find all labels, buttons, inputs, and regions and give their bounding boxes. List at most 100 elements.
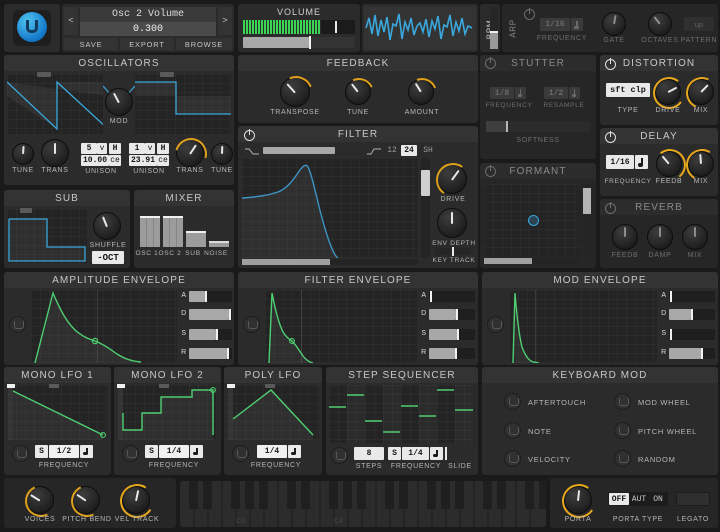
porta-knob[interactable] — [559, 481, 599, 521]
mono-lfo1-sync-button[interactable]: S — [35, 445, 48, 458]
filter-slope-sh-button[interactable]: SH — [419, 145, 437, 156]
stutter-resample-sync-icon[interactable] — [569, 87, 580, 99]
pitch-bend-knob[interactable] — [66, 480, 108, 522]
distortion-mix-knob[interactable] — [681, 72, 720, 114]
porta-type-off-button[interactable]: OFF — [609, 493, 629, 505]
poly-lfo-display[interactable] — [227, 384, 319, 440]
reverb-feedb-knob[interactable] — [612, 224, 638, 250]
formant-x-slider[interactable] — [484, 258, 580, 264]
osc2-unison-detune[interactable]: 23.91 — [129, 155, 157, 166]
feedback-amount-knob[interactable] — [402, 73, 442, 113]
osc2-tune-knob[interactable] — [211, 143, 233, 165]
legato-toggle[interactable] — [676, 492, 710, 506]
step-sequencer-mod-button[interactable] — [331, 447, 348, 464]
filter-envelope-display[interactable] — [265, 290, 417, 363]
step-sequencer-display[interactable] — [329, 385, 475, 443]
osc2-wave-display[interactable] — [130, 72, 231, 134]
filter-cutoff-scroll[interactable] — [242, 259, 418, 265]
osc1-unison-h-button[interactable]: H — [109, 143, 121, 154]
filter-envelope-mod-button[interactable] — [243, 316, 260, 333]
sub-octave-button[interactable]: -OCT — [92, 251, 124, 264]
keyboard-mod-random-button[interactable] — [614, 450, 631, 467]
arp-octaves-knob[interactable] — [648, 12, 672, 36]
reverb-mix-knob[interactable] — [682, 224, 708, 250]
amp-env-release-slider[interactable] — [189, 348, 232, 359]
formant-xy-handle[interactable] — [528, 215, 539, 226]
filter-env-decay-slider[interactable] — [429, 309, 475, 320]
mixer-fader-track[interactable] — [140, 209, 160, 247]
preset-save-button[interactable]: SAVE — [64, 38, 118, 50]
mod-env-attack-slider[interactable] — [669, 291, 715, 302]
preset-name[interactable]: Osc 2 Volume — [80, 7, 216, 22]
sub-wave-display[interactable] — [7, 208, 87, 264]
osc2-unison-voices[interactable]: 1 — [129, 143, 145, 154]
filter-response-display[interactable] — [242, 158, 418, 258]
stutter-frequency-sync-icon[interactable] — [515, 87, 526, 99]
osc1-trans-knob[interactable] — [41, 139, 69, 167]
stutter-resample-value[interactable]: 1/2 — [544, 87, 568, 99]
delay-feedb-knob[interactable] — [652, 147, 688, 183]
filter-morph-slider[interactable] — [262, 146, 362, 155]
arp-frequency-sync-icon[interactable] — [571, 18, 583, 31]
feedback-transpose-knob[interactable] — [273, 70, 319, 116]
osc1-tune-knob[interactable] — [12, 143, 34, 165]
distortion-power-button[interactable] — [605, 58, 616, 70]
delay-frequency-value[interactable]: 1/16 — [606, 155, 634, 169]
step-sequencer-sync-button[interactable]: S — [388, 447, 401, 460]
reverb-damp-knob[interactable] — [647, 224, 673, 250]
keyboard-mod-velocity-button[interactable] — [504, 450, 521, 467]
osc1-unison-voices[interactable]: 5 — [81, 143, 97, 154]
poly-lfo-mod-button[interactable] — [232, 445, 249, 462]
amplitude-envelope-display[interactable] — [31, 290, 177, 363]
volume-slider[interactable] — [243, 36, 355, 49]
distortion-type-value[interactable]: sft clp — [606, 83, 650, 97]
mono-lfo1-frequency-value[interactable]: 1/2 — [49, 445, 79, 458]
mono-lfo2-display[interactable] — [117, 384, 218, 440]
poly-lfo-sync-icon[interactable] — [288, 445, 301, 458]
mixer-fader-track[interactable] — [209, 209, 229, 247]
formant-power-button[interactable] — [485, 165, 496, 177]
poly-lfo-frequency-value[interactable]: 1/4 — [257, 445, 287, 458]
osc1-unison-detune[interactable]: 10.00 — [81, 155, 109, 166]
preset-prev-button[interactable]: < — [64, 7, 78, 35]
amp-env-attack-slider[interactable] — [189, 291, 232, 302]
filter-slope-24-button[interactable]: 24 — [401, 145, 417, 156]
feedback-tune-knob[interactable] — [339, 73, 379, 113]
sub-shuffle-knob[interactable] — [93, 212, 121, 240]
osc-mod-knob[interactable] — [105, 88, 133, 116]
preset-value[interactable]: 0.300 — [80, 22, 216, 36]
filter-env-attack-slider[interactable] — [429, 291, 475, 302]
delay-power-button[interactable] — [605, 131, 616, 143]
mod-envelope-mod-button[interactable] — [487, 316, 504, 333]
stutter-power-button[interactable] — [485, 57, 496, 69]
mono-lfo1-sync-icon[interactable] — [80, 445, 93, 458]
step-sequencer-slide-slider[interactable] — [444, 447, 474, 460]
mod-envelope-display[interactable] — [509, 290, 657, 363]
filter-slope-12-button[interactable]: 12 — [384, 145, 400, 156]
mono-lfo1-mod-button[interactable] — [12, 445, 29, 462]
mod-env-sustain-slider[interactable] — [669, 329, 715, 340]
amp-env-sustain-slider[interactable] — [189, 329, 232, 340]
step-sequencer-sync-icon[interactable] — [430, 447, 443, 460]
keyboard-mod-modwheel-button[interactable] — [614, 393, 631, 410]
preset-browse-button[interactable]: BROWSE — [176, 38, 232, 50]
arp-power-button[interactable] — [524, 8, 535, 20]
filter-env-sustain-slider[interactable] — [429, 329, 475, 340]
filter-env-release-slider[interactable] — [429, 348, 475, 359]
stutter-frequency-value[interactable]: 1/8 — [490, 87, 514, 99]
preset-next-button[interactable]: > — [218, 7, 232, 35]
mono-lfo2-frequency-value[interactable]: 1/4 — [159, 445, 189, 458]
mixer-fader-track[interactable] — [163, 209, 183, 247]
formant-y-slider[interactable] — [583, 184, 591, 256]
preset-export-button[interactable]: EXPORT — [120, 38, 174, 50]
mono-lfo2-sync-icon[interactable] — [190, 445, 203, 458]
arp-gate-knob[interactable] — [602, 12, 626, 36]
arp-pattern-value[interactable]: up — [684, 17, 714, 31]
delay-frequency-sync-icon[interactable] — [635, 155, 648, 169]
osc2-unison-h-button[interactable]: H — [157, 143, 169, 154]
mono-lfo2-mod-button[interactable] — [122, 445, 139, 462]
delay-mix-knob[interactable] — [682, 145, 720, 185]
keyboard-mod-pitchwheel-button[interactable] — [614, 422, 631, 439]
mixer-fader-track[interactable] — [186, 209, 206, 247]
piano-keyboard[interactable]: C3 C4 — [180, 481, 546, 527]
